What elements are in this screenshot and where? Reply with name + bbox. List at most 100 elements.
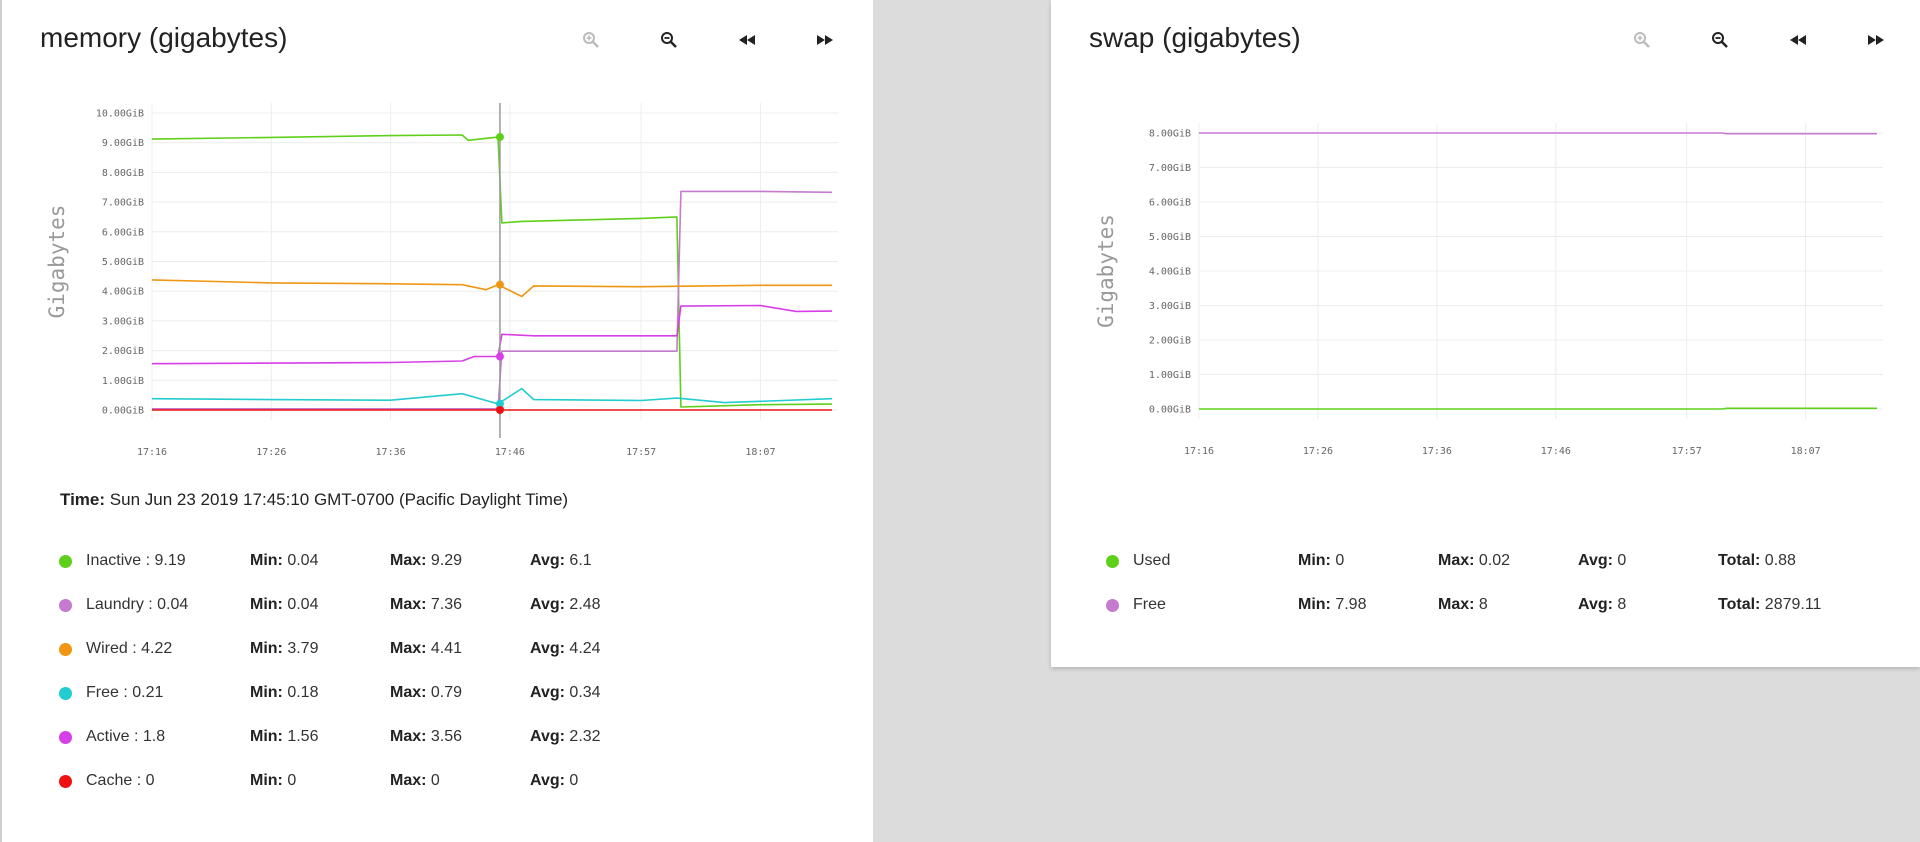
y-tick-label: 3.00GiB xyxy=(1149,301,1191,312)
legend-color-dot xyxy=(1106,555,1119,568)
legend-color-dot xyxy=(1106,599,1119,612)
x-tick-label: 17:26 xyxy=(256,447,286,458)
legend-color-dot xyxy=(59,775,72,788)
series-line-inactive xyxy=(151,134,833,408)
y-tick-label: 7.00GiB xyxy=(102,198,144,209)
y-tick-label: 8.00GiB xyxy=(1149,129,1191,140)
legend-row[interactable]: Cache : 0 Min: 0 Max: 0 Avg: 0 xyxy=(2,770,862,794)
y-tick-label: 2.00GiB xyxy=(102,346,144,357)
legend-max: Max: 8 xyxy=(1438,596,1488,613)
legend-min: Min: 0.04 xyxy=(250,552,319,569)
legend-max: Max: 0.79 xyxy=(390,684,463,701)
series-line-laundry xyxy=(152,190,833,410)
y-tick-label: 4.00GiB xyxy=(1149,267,1191,278)
series-line-wired xyxy=(151,279,832,298)
y-tick-label: 6.00GiB xyxy=(102,227,144,238)
x-tick-label: 17:57 xyxy=(626,447,656,458)
legend-label: Wired : 4.22 xyxy=(86,640,173,657)
x-tick-label: 17:36 xyxy=(376,447,406,458)
legend-color-dot xyxy=(59,555,72,568)
legend-max: Max: 0.02 xyxy=(1438,552,1511,569)
series-line-active xyxy=(151,304,833,365)
legend-row[interactable]: Inactive : 9.19 Min: 0.04 Max: 9.29 Avg: 6.… xyxy=(2,550,862,574)
y-tick-label: 8.00GiB xyxy=(102,168,144,179)
legend-row[interactable]: Wired : 4.22 Min: 3.79 Max: 4.41 Avg: 4.24 xyxy=(2,638,862,662)
legend-total: Total: 0.88 xyxy=(1718,552,1796,569)
series-line-used xyxy=(1199,407,1877,410)
legend-color-dot xyxy=(59,687,72,700)
y-tick-label: 2.00GiB xyxy=(1149,336,1191,347)
time-readout: Time: Sun Jun 23 2019 17:45:10 GMT-0700 … xyxy=(60,490,568,510)
y-tick-label: 0.00GiB xyxy=(1149,405,1191,416)
legend-row[interactable]: Free : 0.21 Min: 0.18 Max: 0.79 Avg: 0.34 xyxy=(2,682,862,706)
legend-color-dot xyxy=(59,643,72,656)
hover-point-inactive xyxy=(495,133,504,142)
hover-point-wired xyxy=(495,280,504,289)
y-axis-title: Gigabytes xyxy=(45,205,69,319)
x-tick-label: 17:26 xyxy=(1303,446,1333,457)
series-line-free xyxy=(151,387,833,405)
y-tick-label: 10.00GiB xyxy=(96,109,144,120)
x-tick-label: 17:57 xyxy=(1672,446,1702,457)
legend-label: Free xyxy=(1133,596,1166,613)
y-axis-title: Gigabytes xyxy=(1094,214,1118,328)
legend-min: Min: 0 xyxy=(1298,552,1345,569)
legend-max: Max: 7.36 xyxy=(390,596,463,613)
y-tick-label: 3.00GiB xyxy=(102,316,144,327)
x-tick-label: 17:46 xyxy=(495,447,525,458)
y-tick-label: 1.00GiB xyxy=(1149,370,1191,381)
legend-avg: Avg: 0 xyxy=(530,772,579,789)
legend-avg: Avg: 8 xyxy=(1578,596,1627,613)
x-tick-label: 17:46 xyxy=(1541,446,1571,457)
legend-color-dot xyxy=(59,599,72,612)
legend-avg: Avg: 2.32 xyxy=(530,728,601,745)
legend-avg: Avg: 0.34 xyxy=(530,684,601,701)
legend-avg: Avg: 4.24 xyxy=(530,640,601,657)
legend-label: Laundry : 0.04 xyxy=(86,596,189,613)
y-tick-label: 4.00GiB xyxy=(102,287,144,298)
legend-max: Max: 0 xyxy=(390,772,440,789)
legend-min: Min: 0.04 xyxy=(250,596,319,613)
legend-min: Min: 0.18 xyxy=(250,684,319,701)
y-tick-label: 6.00GiB xyxy=(1149,198,1191,209)
legend-row[interactable]: Active : 1.8 Min: 1.56 Max: 3.56 Avg: 2.32 xyxy=(2,726,862,750)
hover-point-active xyxy=(495,352,504,361)
memory-panel: memory (gigabytes) 0.00GiB 1.00GiB 2.00GiB… xyxy=(0,0,873,842)
x-tick-label: 18:07 xyxy=(1791,446,1821,457)
y-tick-label: 9.00GiB xyxy=(102,138,144,149)
legend-row[interactable]: Used Min: 0 Max: 0.02 Avg: 0 Total: 0.88 xyxy=(1051,550,1911,574)
legend-min: Min: 3.79 xyxy=(250,640,319,657)
x-tick-label: 18:07 xyxy=(745,447,775,458)
legend-max: Max: 9.29 xyxy=(390,552,463,569)
swap-panel: swap (gigabytes) 0.00GiB 1.00GiB 2.00GiB 3.… xyxy=(1051,0,1920,667)
time-label: Time: xyxy=(60,490,106,509)
legend-avg: Avg: 2.48 xyxy=(530,596,601,613)
legend-label: Active : 1.8 xyxy=(86,728,166,745)
legend-label: Used xyxy=(1133,552,1171,569)
legend-label: Free : 0.21 xyxy=(86,684,164,701)
legend-avg: Avg: 0 xyxy=(1578,552,1627,569)
legend-min: Min: 7.98 xyxy=(1298,596,1367,613)
legend-max: Max: 4.41 xyxy=(390,640,463,657)
hover-point-cache xyxy=(495,406,504,414)
y-tick-label: 1.00GiB xyxy=(102,376,144,387)
legend-avg: Avg: 6.1 xyxy=(530,552,592,569)
x-tick-label: 17:36 xyxy=(1422,446,1452,457)
legend-row[interactable]: Free Min: 7.98 Max: 8 Avg: 8 Total: 2879.11 xyxy=(1051,594,1911,618)
legend-color-dot xyxy=(59,731,72,744)
legend-total: Total: 2879.11 xyxy=(1718,596,1822,613)
legend-label: Cache : 0 xyxy=(86,772,155,789)
memory-chart[interactable]: 0.00GiB 1.00GiB 2.00GiB 3.00GiB 4.00GiB 5.00G… xyxy=(2,0,875,480)
y-tick-label: 7.00GiB xyxy=(1149,163,1191,174)
legend-row[interactable]: Laundry : 0.04 Min: 0.04 Max: 7.36 Avg: 2.4… xyxy=(2,594,862,618)
legend-max: Max: 3.56 xyxy=(390,728,463,745)
x-tick-label: 17:16 xyxy=(1184,446,1214,457)
x-tick-label: 17:16 xyxy=(137,447,167,458)
legend-min: Min: 1.56 xyxy=(250,728,319,745)
y-tick-label: 5.00GiB xyxy=(1149,232,1191,243)
time-value: Sun Jun 23 2019 17:45:10 GMT-0700 (Pacif… xyxy=(109,490,569,509)
swap-chart[interactable]: 0.00GiB 1.00GiB 2.00GiB 3.00GiB 4.00GiB 5.00G… xyxy=(1051,0,1920,480)
series-line-free xyxy=(1199,132,1877,135)
legend-min: Min: 0 xyxy=(250,772,297,789)
y-tick-label: 5.00GiB xyxy=(102,257,144,268)
